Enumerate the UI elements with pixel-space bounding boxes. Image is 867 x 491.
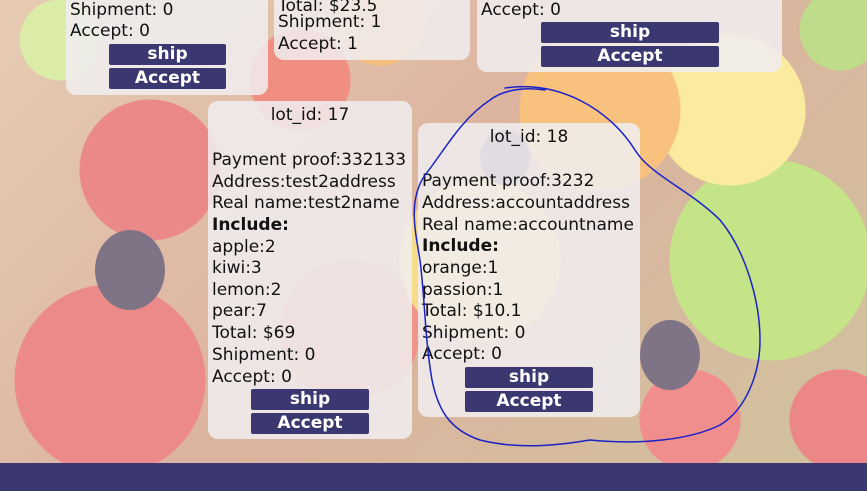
annotation-circle-icon — [413, 86, 761, 447]
footer-bar — [0, 463, 867, 491]
